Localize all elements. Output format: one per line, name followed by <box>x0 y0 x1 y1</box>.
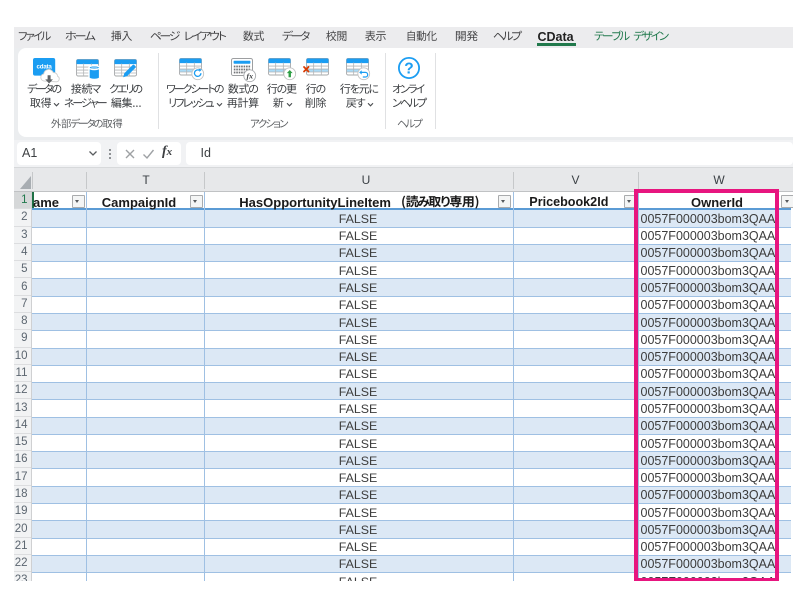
svg-text:fx: fx <box>247 71 254 80</box>
svg-text:?: ? <box>404 61 413 78</box>
